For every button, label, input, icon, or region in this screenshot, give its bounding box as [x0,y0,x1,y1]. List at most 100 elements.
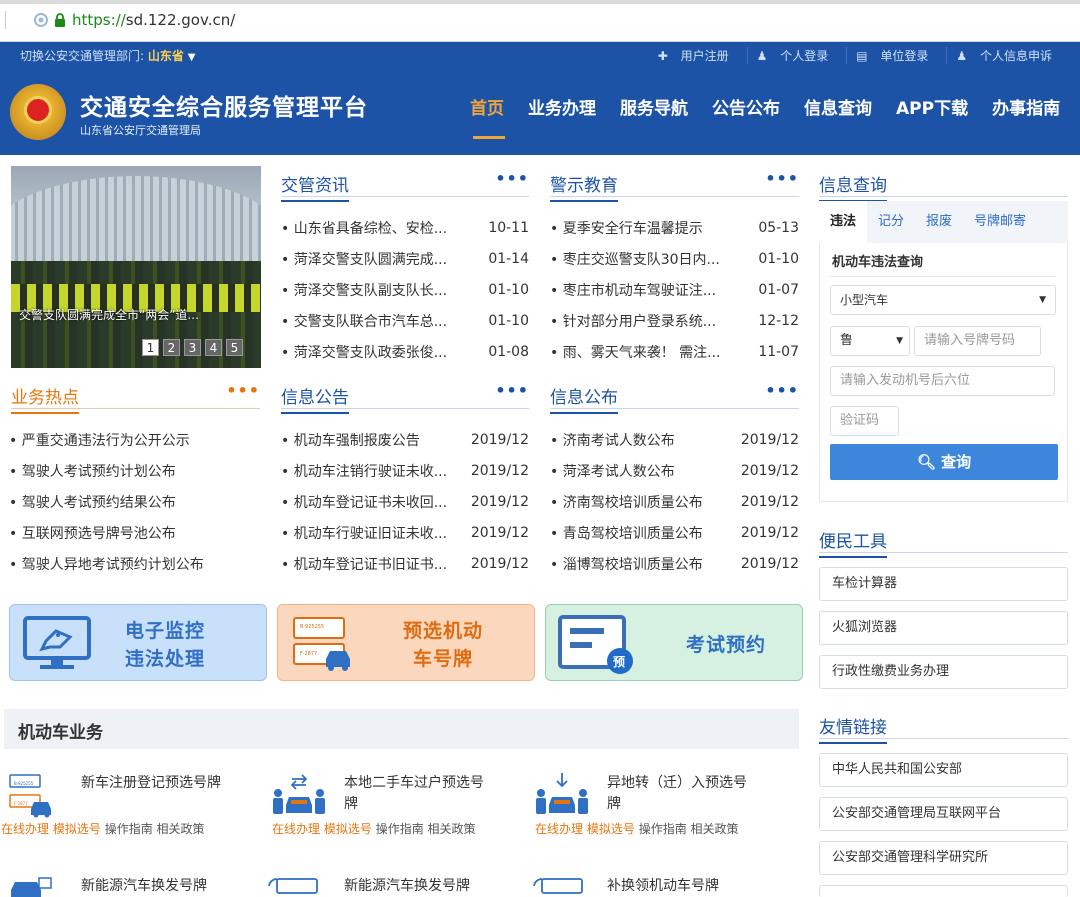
nav-query[interactable]: 信息查询 [804,94,872,119]
more-icon[interactable]: ••• [495,381,529,400]
section-title[interactable]: 便民工具 [819,527,887,558]
list-item[interactable]: • 枣庄交巡警支队30日内... 01-10 [550,243,799,274]
list-item[interactable]: • 机动车登记证书未收回... 2019/12 [281,486,529,517]
biz-name[interactable]: 新车注册登记预选号牌 [81,773,231,794]
slide-dot[interactable]: 4 [205,339,222,356]
simulate-select-link[interactable]: 模拟选号 [53,822,101,836]
engine-number-input[interactable]: 请输入发动机号后六位 [830,366,1055,396]
slide-dot[interactable]: 2 [163,339,180,356]
biz-name[interactable]: 本地二手车过户预选号牌 [344,773,494,815]
biz-name[interactable]: 异地转（迁）入预选号牌 [607,773,757,815]
nav-home[interactable]: 首页 [470,94,505,139]
tab-points[interactable]: 记分 [867,201,915,243]
list-item[interactable]: • 驾驶人考试预约计划公布 [9,455,261,486]
nav-business[interactable]: 业务办理 [528,94,596,119]
caret-down-icon[interactable]: ▼ [188,52,196,63]
section-title[interactable]: 业务热点 [11,383,79,414]
list-item[interactable]: • 菏泽交警支队政委张俊... 01-08 [281,336,529,367]
list-item[interactable]: • 济南考试人数公布 2019/12 [550,424,799,455]
section-title[interactable]: 警示教育 [550,171,618,202]
list-item[interactable]: • 枣庄市机动车驾驶证注... 01-07 [550,274,799,305]
department-switch[interactable]: 切换公安交通管理部门: 山东省 ▼ [20,47,195,64]
list-item[interactable]: • 互联网预选号牌号池公布 [9,517,261,548]
site-info-icon[interactable] [34,13,48,27]
nav-app[interactable]: APP下载 [896,94,968,119]
list-item[interactable]: • 雨、雾天气来袭！ 需注... 11-07 [550,336,799,367]
guide-link[interactable]: 操作指南 [376,822,424,836]
link-traffic-bureau[interactable]: 公安部交通管理局互联网平台 [819,797,1068,831]
province-select[interactable]: 鲁 ▼ [830,326,910,356]
news-photo-slider[interactable]: 交警支队圆满完成全市“两会”道... 1 2 3 4 5 [11,166,261,368]
captcha-input[interactable]: 验证码 [830,406,899,436]
section-title[interactable]: 信息公布 [550,383,618,414]
simulate-select-link[interactable]: 模拟选号 [324,822,372,836]
section-title[interactable]: 交管资讯 [281,171,349,202]
online-handle-link[interactable]: 在线办理 [535,822,583,836]
more-icon[interactable]: ••• [226,381,260,400]
list-item[interactable]: • 济南驾校培训质量公布 2019/12 [550,486,799,517]
register-link[interactable]: ✚ 用户注册 [649,47,747,64]
nav-notice[interactable]: 公告公布 [712,94,780,119]
biz-name[interactable]: 新能源汽车换发号牌 [81,876,231,897]
section-title[interactable]: 信息公告 [281,383,349,414]
site-title[interactable]: 交通安全综合服务管理平台 [80,88,368,122]
list-item[interactable]: • 机动车行驶证旧证未收... 2019/12 [281,517,529,548]
banner-exam-booking[interactable]: 预 考试预约 [545,604,803,681]
personal-login-link[interactable]: ♟ 个人登录 [746,46,847,64]
link-mps[interactable]: 中华人民共和国公安部 [819,753,1068,787]
list-item[interactable]: • 驾驶人考试预约结果公布 [9,486,261,517]
online-handle-link[interactable]: 在线办理 [272,822,320,836]
link-research-institute[interactable]: 公安部交通管理科学研究所 [819,841,1068,875]
province-selector[interactable]: 山东省 [148,49,184,63]
address-bar[interactable]: https://sd.122.gov.cn/ [34,11,235,29]
list-item[interactable]: • 菏泽交警支队圆满完成... 01-14 [281,243,529,274]
car-type-select[interactable]: 小型汽车 ▼ [830,285,1056,315]
list-item[interactable]: • 菏泽考试人数公布 2019/12 [550,455,799,486]
slide-dot[interactable]: 3 [184,339,201,356]
nav-guide[interactable]: 办事指南 [992,94,1060,119]
biz-name[interactable]: 新能源汽车换发号牌 [344,876,494,897]
tab-scrap[interactable]: 报废 [915,201,963,243]
policy-link[interactable]: 相关政策 [691,822,739,836]
guide-link[interactable]: 操作指南 [105,822,153,836]
more-icon[interactable]: ••• [765,169,799,188]
list-item[interactable]: • 严重交通违法行为公开公示 [9,424,261,455]
list-item[interactable]: • 青岛驾校培训质量公布 2019/12 [550,517,799,548]
tab-plate-mail[interactable]: 号牌邮寄 [963,201,1037,243]
list-item[interactable]: • 交警支队联合市汽车总... 01-10 [281,305,529,336]
simulate-select-link[interactable]: 模拟选号 [587,822,635,836]
list-item[interactable]: • 淄博驾校培训质量公布 2019/12 [550,548,799,579]
link-next[interactable] [819,885,1068,897]
slide-dot[interactable]: 5 [226,339,243,356]
section-title[interactable]: 友情链接 [819,713,887,744]
list-item[interactable]: • 机动车登记证书旧证书... 2019/12 [281,548,529,579]
list-item[interactable]: • 机动车注销行驶证未收... 2019/12 [281,455,529,486]
appeal-link[interactable]: ♟ 个人信息申诉 [946,46,1070,64]
list-item[interactable]: • 夏季安全行车温馨提示 05-13 [550,212,799,243]
more-icon[interactable]: ••• [495,169,529,188]
photo-caption[interactable]: 交警支队圆满完成全市“两会”道... [19,306,199,323]
tool-admin-payment[interactable]: 行政性缴费业务办理 [819,655,1068,689]
tool-car-inspection-calculator[interactable]: 车检计算器 [819,567,1068,601]
company-login-link[interactable]: ▤ 单位登录 [846,46,946,64]
list-item[interactable]: • 驾驶人异地考试预约计划公布 [9,548,261,579]
list-item[interactable]: • 针对部分用户登录系统... 12-12 [550,305,799,336]
list-item[interactable]: • 山东省具备综检、安检... 10-11 [281,212,529,243]
list-item[interactable]: • 机动车强制报废公告 2019/12 [281,424,529,455]
more-icon[interactable]: ••• [765,381,799,400]
banner-plate-preselect[interactable]: B·925255 F·2877 预选机动 车号牌 [277,604,535,681]
nav-service[interactable]: 服务导航 [620,94,688,119]
policy-link[interactable]: 相关政策 [157,822,205,836]
online-handle-link[interactable]: 在线办理 [1,822,49,836]
query-button[interactable]: 🔍︎ 查询 [830,444,1058,480]
list-item[interactable]: • 菏泽交警支队副支队长... 01-10 [281,274,529,305]
biz-name[interactable]: 补换领机动车号牌 [607,876,757,897]
guide-link[interactable]: 操作指南 [639,822,687,836]
section-title[interactable]: 信息查询 [819,171,887,202]
banner-violation-processing[interactable]: 电子监控 违法处理 [9,604,267,681]
slide-dot[interactable]: 1 [142,339,159,356]
plate-number-input[interactable]: 请输入号牌号码 [914,326,1041,356]
tool-firefox-browser[interactable]: 火狐浏览器 [819,611,1068,645]
tab-violation[interactable]: 违法 [819,201,868,243]
policy-link[interactable]: 相关政策 [428,822,476,836]
